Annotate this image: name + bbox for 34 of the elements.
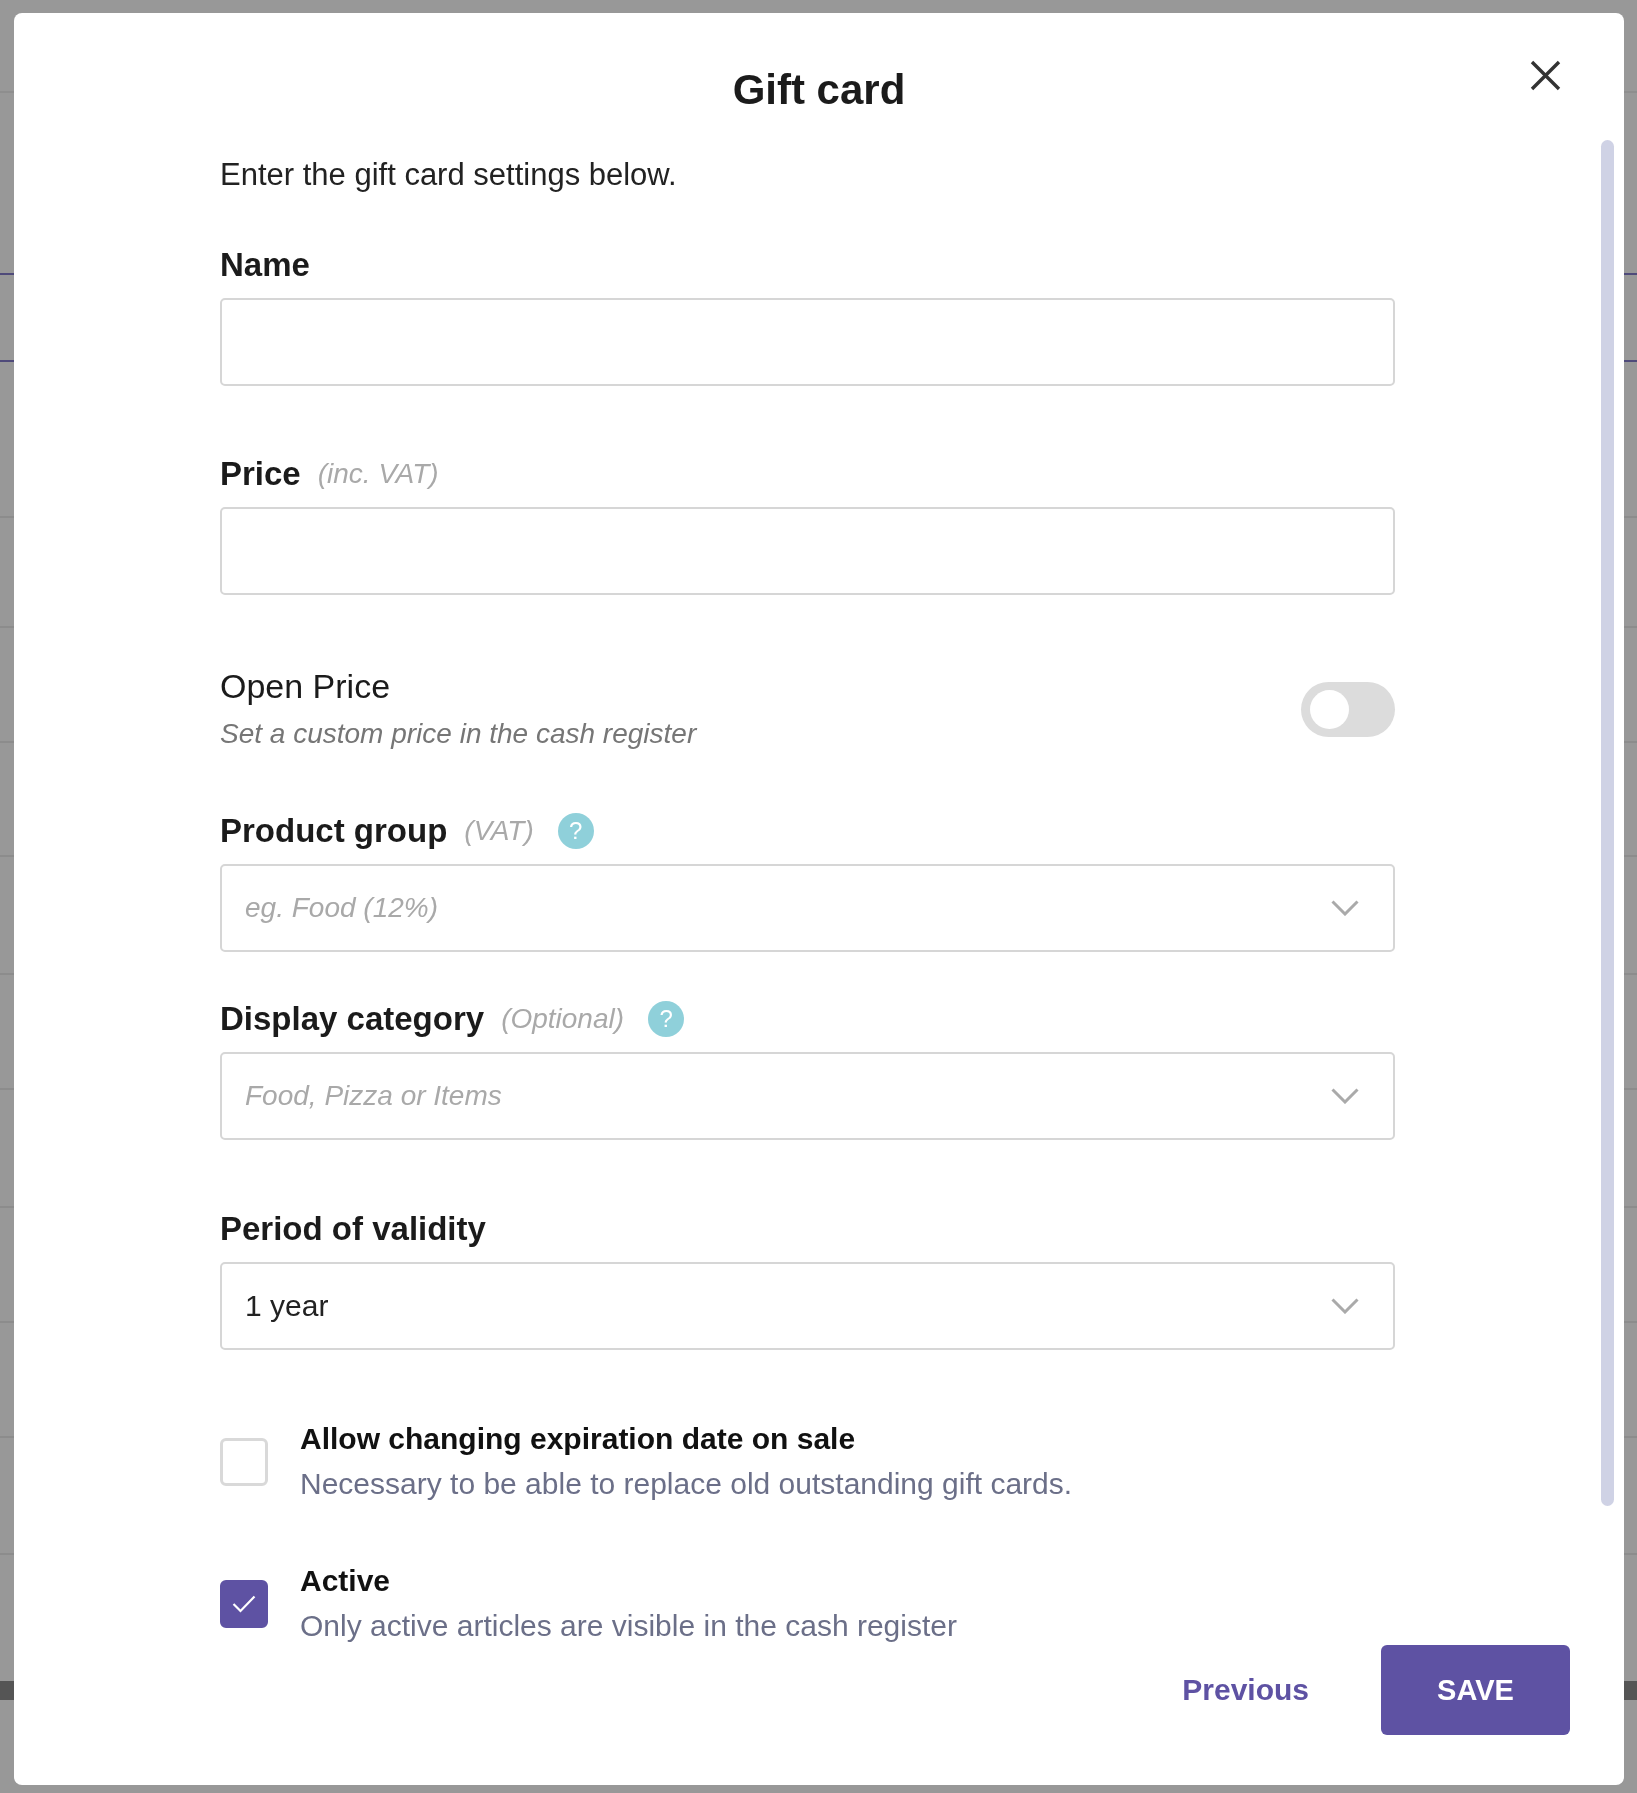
previous-link[interactable]: Previous — [1182, 1645, 1309, 1735]
close-button[interactable] — [1530, 60, 1561, 91]
dropdown-field[interactable]: Food, Pizza or Items — [220, 1052, 1395, 1140]
toggle-switch[interactable] — [1301, 681, 1395, 737]
checkmark-icon — [232, 1595, 256, 1613]
field-label: Name — [220, 245, 310, 285]
intro-text: Enter the gift card settings below. — [220, 156, 678, 194]
option-title: Allow changing expiration date on sale — [300, 1421, 856, 1457]
dialog-title: Gift card — [732, 65, 906, 115]
scrollbar-thumb[interactable] — [1601, 140, 1614, 1506]
help-icon[interactable]: ? — [648, 1001, 685, 1037]
dropdown-field[interactable]: eg. Food (12%) — [220, 864, 1395, 952]
field-label: Price — [220, 454, 301, 494]
text-input-field[interactable] — [220, 298, 1395, 386]
option-title: Open Price — [220, 666, 391, 706]
field-hint: (Optional) — [501, 1002, 625, 1036]
dropdown-field[interactable]: 1 year — [220, 1262, 1395, 1350]
text-input-field[interactable] — [220, 507, 1395, 595]
option-description: Set a custom price in the cash register — [220, 717, 697, 751]
field-label: Product group — [220, 811, 448, 851]
help-icon[interactable]: ? — [557, 813, 594, 849]
close-icon — [1530, 60, 1561, 91]
field-hint: (inc. VAT) — [317, 457, 439, 491]
field-label: Display category — [220, 999, 485, 1039]
chevron-down-icon — [1331, 1298, 1359, 1314]
chevron-down-icon — [1331, 1088, 1359, 1104]
field-label: Period of validity — [220, 1209, 486, 1249]
option-title: Active — [300, 1563, 391, 1599]
option-description: Necessary to be able to replace old outstanding gift cards. — [300, 1466, 1073, 1502]
save-button[interactable]: SAVE — [1381, 1645, 1570, 1735]
option-description: Only active articles are visible in the cash register — [300, 1608, 957, 1644]
checkbox[interactable] — [220, 1580, 268, 1628]
chevron-down-icon — [1331, 900, 1359, 916]
field-hint: (VAT) — [464, 814, 534, 848]
